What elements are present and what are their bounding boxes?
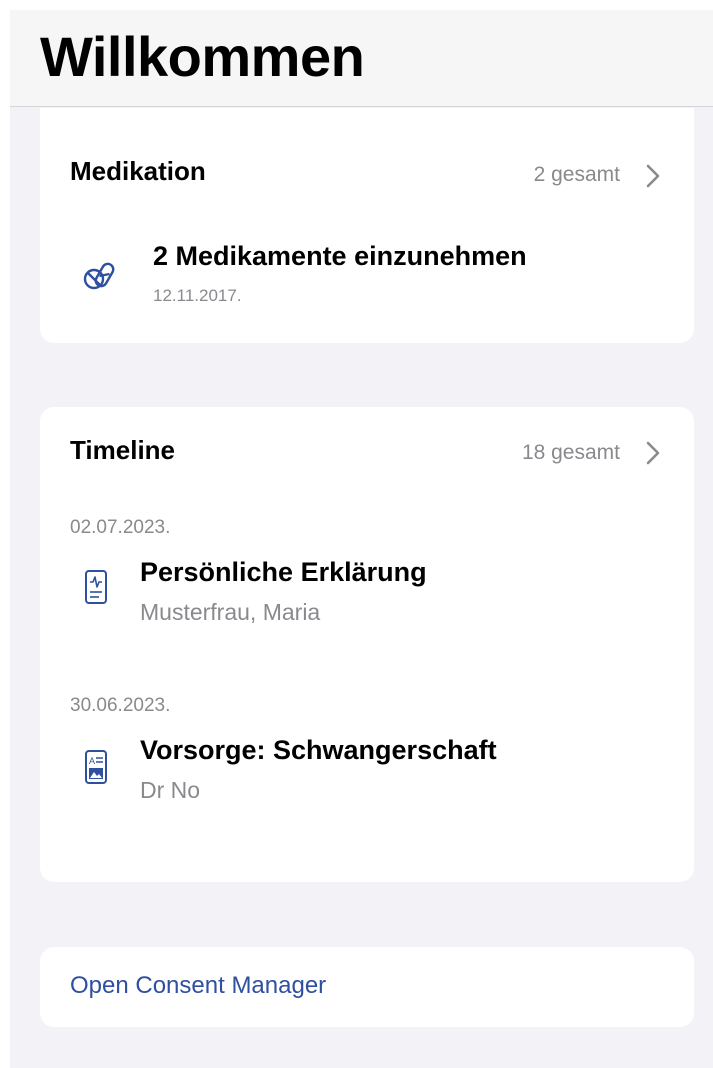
chevron-right-icon[interactable] bbox=[642, 440, 664, 466]
timeline-entry-subtitle: Dr No bbox=[140, 777, 201, 803]
open-consent-manager-button[interactable]: Open Consent Manager bbox=[70, 972, 326, 1000]
medication-count: 2 gesamt bbox=[533, 163, 620, 186]
medication-card[interactable]: Medikation 2 gesamt 2 Medikamente einzun… bbox=[40, 108, 694, 343]
document-image-icon: A bbox=[84, 749, 108, 785]
navigation-header: Willkommen bbox=[10, 10, 713, 107]
medication-item-title: 2 Medikamente einzunehmen bbox=[153, 241, 527, 271]
page-title: Willkommen bbox=[40, 25, 365, 88]
pills-icon bbox=[82, 258, 118, 294]
timeline-count: 18 gesamt bbox=[521, 441, 620, 464]
timeline-entry-subtitle: Musterfrau, Maria bbox=[140, 599, 321, 625]
screen: Willkommen Medikation 2 gesamt 2 Medikam… bbox=[10, 10, 713, 1068]
timeline-card-title: Timeline bbox=[70, 435, 176, 465]
timeline-date: 30.06.2023. bbox=[70, 695, 171, 716]
chevron-right-icon[interactable] bbox=[642, 163, 664, 189]
document-heartbeat-icon bbox=[84, 569, 108, 605]
timeline-entry-title: Vorsorge: Schwangerschaft bbox=[140, 735, 497, 765]
svg-text:A: A bbox=[89, 756, 95, 766]
timeline-entry-title: Persönliche Erklärung bbox=[140, 557, 427, 587]
timeline-date: 02.07.2023. bbox=[70, 517, 171, 538]
medication-card-title: Medikation bbox=[70, 156, 206, 186]
timeline-card[interactable]: Timeline 18 gesamt 02.07.2023. Persönlic… bbox=[40, 407, 694, 882]
medication-item-date: 12.11.2017. bbox=[153, 286, 242, 305]
consent-card[interactable]: Open Consent Manager bbox=[40, 947, 694, 1027]
